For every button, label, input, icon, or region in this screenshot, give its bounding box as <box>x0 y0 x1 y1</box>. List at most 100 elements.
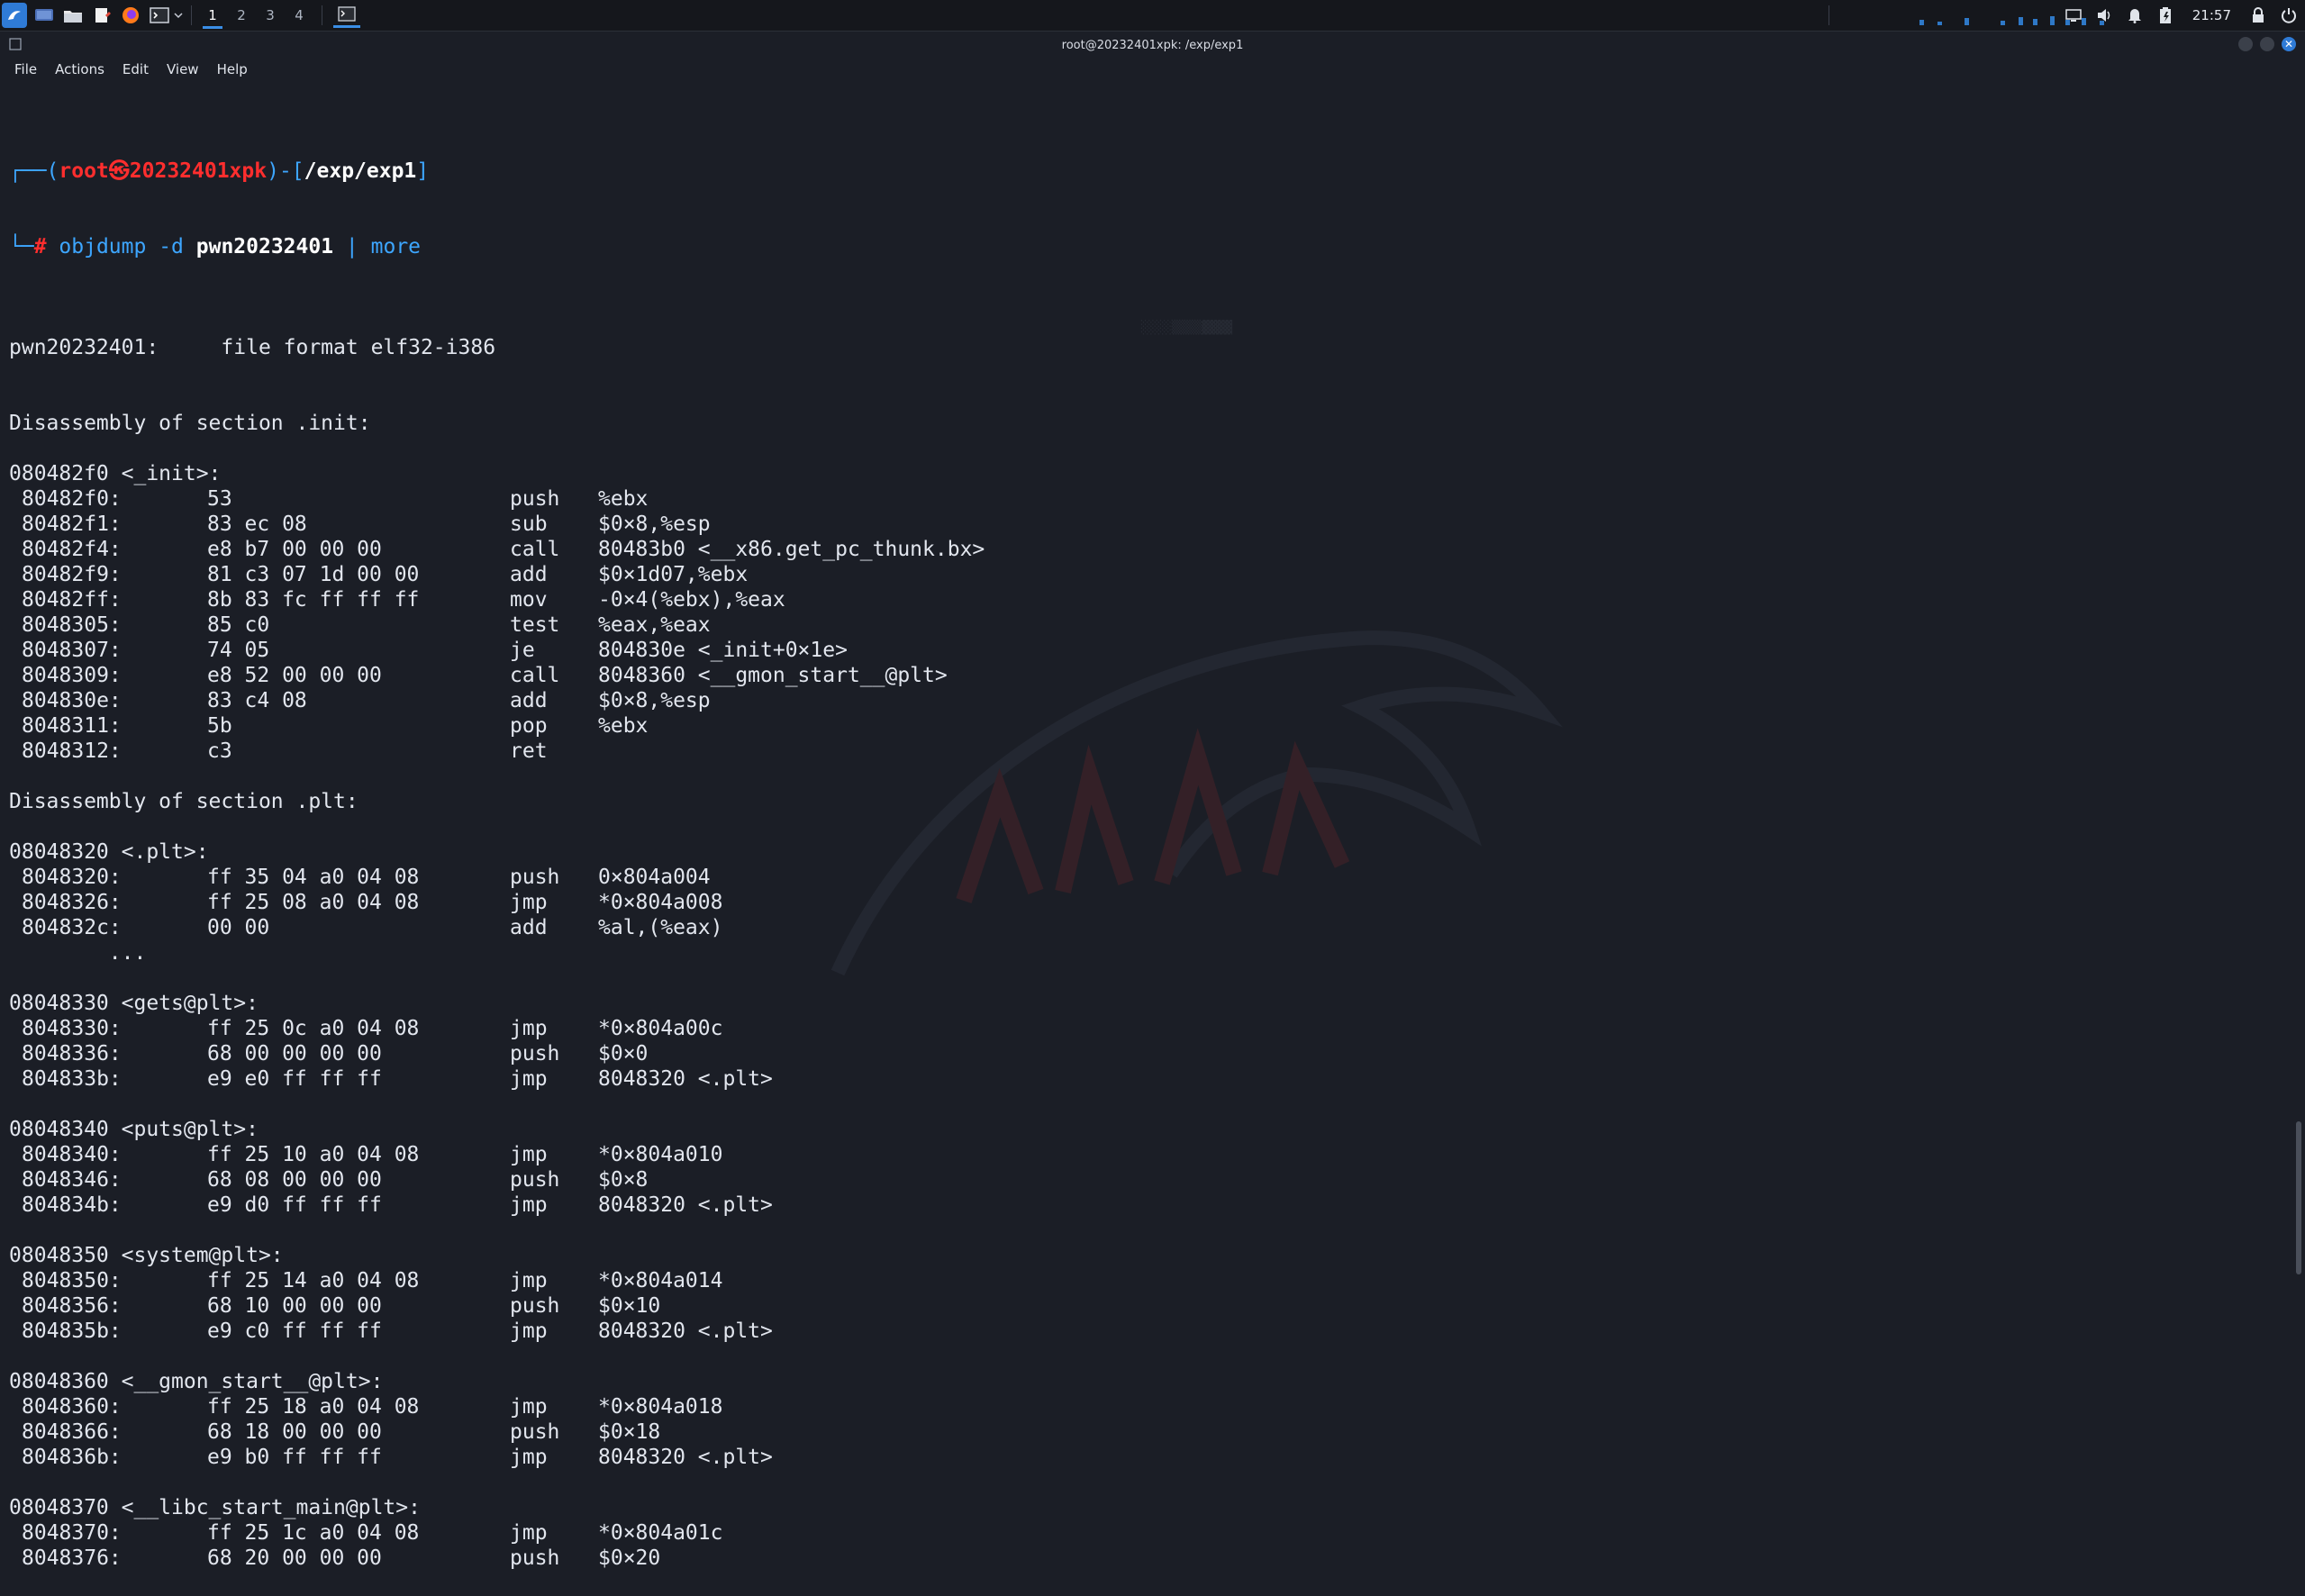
insn-address: 8048312: <box>22 739 122 763</box>
insn-mnemonic: jmp <box>510 1193 548 1217</box>
insn-mnemonic: push <box>510 866 560 889</box>
taskbar-terminal-button[interactable] <box>333 3 360 28</box>
instruction-line: 8048376: 68 20 00 00 00 push $0×20 <box>9 1546 2279 1571</box>
instruction-line: 804835b: e9 c0 ff ff ff jmp 8048320 <.plt> <box>9 1319 2279 1344</box>
insn-mnemonic: je <box>510 639 535 662</box>
window-title: root@20232401xpk: /exp/exp1 <box>1061 38 1244 52</box>
output-line: 08048340 <puts@plt>: <box>9 1118 259 1141</box>
instruction-line: 804830e: 83 c4 08 add $0×8,%esp <box>9 688 2279 713</box>
lock-icon[interactable] <box>2249 6 2267 24</box>
instruction-line: 80482f9: 81 c3 07 1d 00 00 add $0×1d07,%ebx <box>9 562 2279 587</box>
close-button[interactable]: ✕ <box>2282 37 2296 51</box>
workspace-3[interactable]: 3 <box>257 2 284 29</box>
workspace-2[interactable]: 2 <box>228 2 255 29</box>
insn-operands: 0×804a004 <box>598 866 711 889</box>
insn-operands: 804830e <_init+0×1e> <box>598 639 848 662</box>
menu-bar: File Actions Edit View Help <box>5 58 257 81</box>
menu-edit[interactable]: Edit <box>123 61 149 77</box>
instruction-line: 804832c: 00 00 add %al,(%eax) <box>9 915 2279 940</box>
terminal-icon[interactable] <box>148 4 171 27</box>
insn-mnemonic: jmp <box>510 1446 548 1469</box>
top-panel: 1 2 3 4 21:57 <box>0 0 2305 32</box>
insn-address: 80482f4: <box>22 538 122 561</box>
insn-address: 8048305: <box>22 613 122 637</box>
files-icon[interactable] <box>61 4 85 27</box>
output-line: Disassembly of section .init: <box>9 412 371 435</box>
instruction-line: 8048340: ff 25 10 a0 04 08 jmp *0×804a010 <box>9 1142 2279 1167</box>
menu-help[interactable]: Help <box>217 61 248 77</box>
kali-menu-icon[interactable] <box>2 3 27 28</box>
output-line: 08048370 <__libc_start_main@plt>: <box>9 1496 421 1519</box>
insn-bytes: e9 c0 ff ff ff <box>207 1319 382 1343</box>
instruction-line: 8048336: 68 00 00 00 00 push $0×0 <box>9 1041 2279 1066</box>
output-line: ... <box>9 941 147 965</box>
insn-operands: %ebx <box>598 487 649 511</box>
insn-address: 8048370: <box>22 1521 122 1545</box>
output-line: pwn20232401: file format elf32-i386 <box>9 336 496 359</box>
terminal-output[interactable]: ┌──(root㉿20232401xpk)-[/exp/exp1] └─# ob… <box>9 108 2279 1570</box>
output-line: 080482f0 <_init>: <box>9 462 222 485</box>
instruction-line: 8048346: 68 08 00 00 00 push $0×8 <box>9 1167 2279 1192</box>
insn-address: 8048346: <box>22 1168 122 1192</box>
text-editor-icon[interactable] <box>90 4 113 27</box>
insn-mnemonic: call <box>510 538 560 561</box>
maximize-button[interactable] <box>2260 37 2274 51</box>
battery-icon[interactable] <box>2156 6 2174 24</box>
insn-mnemonic: add <box>510 563 548 586</box>
dropdown-arrow-icon[interactable] <box>173 4 184 27</box>
insn-operands: $0×1d07,%ebx <box>598 563 749 586</box>
insn-address: 80482ff: <box>22 588 122 612</box>
instruction-line: 8048326: ff 25 08 a0 04 08 jmp *0×804a008 <box>9 890 2279 915</box>
insn-bytes: ff 25 18 a0 04 08 <box>207 1395 420 1419</box>
volume-icon[interactable] <box>2095 6 2113 24</box>
prompt-frame: )-[ <box>267 159 304 183</box>
instruction-line: 8048309: e8 52 00 00 00 call 8048360 <__gmo… <box>9 663 2279 688</box>
minimize-button[interactable] <box>2238 37 2253 51</box>
instruction-line: 8048370: ff 25 1c a0 04 08 jmp *0×804a01c <box>9 1520 2279 1546</box>
output-line: 08048360 <__gmon_start__@plt>: <box>9 1370 384 1393</box>
insn-mnemonic: call <box>510 664 560 687</box>
insn-operands: *0×804a014 <box>598 1269 723 1292</box>
insn-operands: *0×804a008 <box>598 891 723 914</box>
insn-bytes: 53 <box>207 487 232 511</box>
firefox-icon[interactable] <box>119 4 142 27</box>
clock[interactable]: 21:57 <box>2192 7 2231 23</box>
terminal-scrollbar[interactable] <box>2296 1121 2301 1274</box>
insn-mnemonic: jmp <box>510 1395 548 1419</box>
insn-mnemonic: push <box>510 1546 560 1570</box>
insn-address: 8048311: <box>22 714 122 738</box>
instruction-line: 804833b: e9 e0 ff ff ff jmp 8048320 <.plt> <box>9 1066 2279 1092</box>
insn-mnemonic: ret <box>510 739 548 763</box>
menu-file[interactable]: File <box>14 61 37 77</box>
display-icon[interactable] <box>2065 6 2083 24</box>
instruction-line: 804834b: e9 d0 ff ff ff jmp 8048320 <.plt> <box>9 1192 2279 1218</box>
insn-mnemonic: push <box>510 487 560 511</box>
insn-mnemonic: push <box>510 1420 560 1444</box>
insn-bytes: ff 25 1c a0 04 08 <box>207 1521 420 1545</box>
insn-bytes: 68 10 00 00 00 <box>207 1294 382 1318</box>
insn-bytes: 68 00 00 00 00 <box>207 1042 382 1066</box>
workspace-1[interactable]: 1 <box>199 2 226 29</box>
insn-bytes: 8b 83 fc ff ff ff <box>207 588 420 612</box>
output-line: 08048330 <gets@plt>: <box>9 992 259 1015</box>
desktop-icon[interactable] <box>32 4 56 27</box>
panel-separator <box>191 5 192 25</box>
insn-operands: 8048360 <__gmon_start__@plt> <box>598 664 948 687</box>
instruction-line: 80482f4: e8 b7 00 00 00 call 80483b0 <__x86… <box>9 537 2279 562</box>
menu-view[interactable]: View <box>167 61 199 77</box>
insn-address: 804830e: <box>22 689 122 712</box>
insn-operands: %eax,%eax <box>598 613 711 637</box>
power-icon[interactable] <box>2280 6 2298 24</box>
notification-bell-icon[interactable] <box>2126 6 2144 24</box>
insn-address: 8048366: <box>22 1420 122 1444</box>
insn-bytes: 85 c0 <box>207 613 270 637</box>
insn-operands: %al,(%eax) <box>598 916 723 939</box>
menu-actions[interactable]: Actions <box>55 61 104 77</box>
workspace-4[interactable]: 4 <box>286 2 313 29</box>
window-titlebar[interactable]: root@20232401xpk: /exp/exp1 ✕ <box>0 32 2305 59</box>
